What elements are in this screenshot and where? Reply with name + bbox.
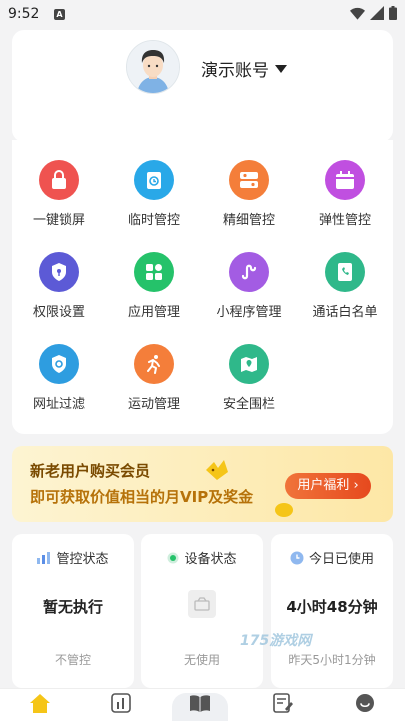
stat-sub: 昨天5小时1分钟 — [288, 653, 376, 667]
feature-temporary-control[interactable]: 临时管控 — [109, 160, 199, 228]
stat-title: 今日已使用 — [308, 552, 374, 567]
feature-lock-screen[interactable]: 一键锁屏 — [14, 160, 104, 228]
battery-icon — [389, 6, 397, 20]
bottom-tab-bar — [0, 688, 405, 721]
avatar[interactable] — [126, 40, 180, 94]
banner-subtitle: 即可获取价值相当的月VIP及奖金 — [30, 488, 254, 506]
phone-icon — [325, 252, 365, 292]
edit-list-icon — [273, 693, 293, 713]
status-bar: 9:52 A — [0, 0, 405, 30]
user-avatar-icon — [127, 41, 179, 93]
stat-sub: 无使用 — [183, 653, 220, 667]
user-benefits-button[interactable]: 用户福利 › — [285, 473, 371, 499]
stat-title: 管控状态 — [56, 552, 109, 567]
control-status-card[interactable]: 管控状态 暂无执行 不管控 — [12, 534, 134, 688]
feature-url-filter[interactable]: 网址过滤 — [14, 344, 104, 412]
profile-card: 演示账号 — [12, 30, 393, 142]
promo-banner[interactable]: 新老用户购买会员 即可获取价值相当的月VIP及奖金 用户福利 › — [12, 446, 393, 522]
tab-home[interactable] — [20, 693, 60, 721]
watermark: 175游戏网 — [240, 633, 312, 649]
status-time: 9:52 — [8, 6, 40, 22]
account-switcher[interactable]: 演示账号 — [201, 56, 287, 81]
timer-icon — [134, 160, 174, 200]
feature-label: 权限设置 — [32, 305, 85, 320]
feature-label: 弹性管控 — [318, 213, 371, 228]
home-icon — [30, 694, 50, 713]
signal-icon — [370, 6, 384, 20]
tab-records[interactable] — [263, 693, 303, 721]
feature-permission-settings[interactable]: 权限设置 — [14, 252, 104, 320]
feature-label: 安全围栏 — [222, 397, 275, 412]
device-status-card[interactable]: 设备状态 无使用 — [141, 534, 263, 688]
map-pin-icon — [229, 344, 269, 384]
feature-call-whitelist[interactable]: 通话白名单 — [300, 252, 390, 320]
stat-value: 4小时48分钟 — [286, 598, 378, 616]
feature-label: 应用管理 — [127, 305, 180, 320]
feature-safety-fence[interactable]: 安全围栏 — [204, 344, 294, 412]
stat-value: 暂无执行 — [42, 598, 103, 616]
feature-grid: 一键锁屏 临时管控 精细管控 弹性管控 权限设置 应用管理 小程序管理 通话白名… — [12, 140, 393, 434]
smile-icon — [356, 694, 374, 712]
bar-chart-icon — [37, 551, 51, 564]
stat-sub: 不管控 — [54, 653, 91, 667]
running-icon — [134, 344, 174, 384]
feature-label: 运动管理 — [127, 397, 180, 412]
shield-filter-icon — [39, 344, 79, 384]
coin-icon — [275, 503, 293, 517]
account-name: 演示账号 — [201, 61, 269, 81]
shield-key-icon — [39, 252, 79, 292]
chevron-right-icon: › — [353, 478, 359, 493]
gift-mascot-icon — [206, 460, 228, 480]
tab-reading[interactable] — [172, 693, 228, 721]
book-icon — [190, 695, 210, 712]
wifi-icon — [350, 7, 365, 20]
fine-control-icon — [229, 160, 269, 200]
banner-title: 新老用户购买会员 — [30, 462, 151, 480]
feature-exercise-management[interactable]: 运动管理 — [109, 344, 199, 412]
caret-down-icon — [275, 64, 287, 73]
status-dot-icon — [167, 552, 179, 563]
feature-mini-program-management[interactable]: 小程序管理 — [204, 252, 294, 320]
tab-profile[interactable] — [345, 693, 385, 721]
mini-program-icon — [229, 252, 269, 292]
feature-flexible-control[interactable]: 弹性管控 — [300, 160, 390, 228]
notification-a-icon: A — [54, 9, 65, 20]
feature-label: 通话白名单 — [312, 305, 378, 320]
user-benefits-label: 用户福利 — [297, 478, 350, 493]
chart-icon — [111, 693, 131, 713]
clock-icon — [290, 551, 304, 564]
feature-fine-control[interactable]: 精细管控 — [204, 160, 294, 228]
feature-label: 网址过滤 — [32, 397, 85, 412]
feature-label: 一键锁屏 — [32, 213, 85, 228]
apps-grid-icon — [134, 252, 174, 292]
empty-device-icon — [188, 590, 216, 618]
lock-icon — [39, 160, 79, 200]
feature-label: 精细管控 — [222, 213, 275, 228]
usage-today-card[interactable]: 今日已使用 4小时48分钟 昨天5小时1分钟 — [271, 534, 393, 688]
feature-label: 临时管控 — [127, 213, 180, 228]
feature-label: 小程序管理 — [216, 305, 282, 320]
calendar-icon — [325, 160, 365, 200]
stat-title: 设备状态 — [184, 552, 237, 567]
feature-app-management[interactable]: 应用管理 — [109, 252, 199, 320]
tab-statistics[interactable] — [101, 693, 141, 721]
